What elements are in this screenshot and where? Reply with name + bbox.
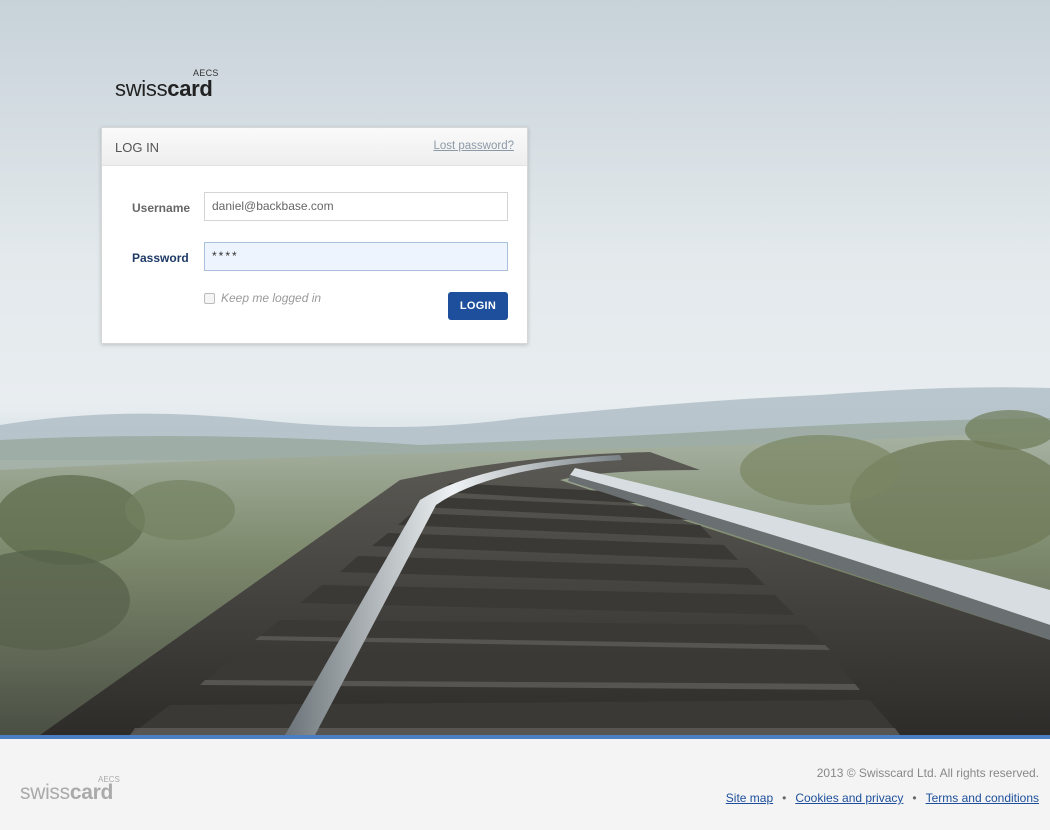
footer-brand-prefix: swiss — [20, 781, 70, 804]
login-panel-header: LOG IN Lost password? — [102, 128, 527, 166]
link-separator: • — [782, 791, 787, 805]
login-title: LOG IN — [115, 140, 160, 155]
footer: AECS swisscard 2013 © Swisscard Ltd. All… — [0, 735, 1050, 830]
hero-background — [0, 0, 1050, 735]
password-field[interactable]: **** — [204, 242, 508, 271]
checkbox-icon[interactable] — [204, 292, 215, 304]
railway-landscape-image — [0, 0, 1050, 735]
keep-logged-in-label[interactable]: Keep me logged in — [221, 291, 321, 305]
lost-password-link[interactable]: Lost password? — [433, 140, 514, 152]
footer-wordmark: swisscard — [20, 781, 113, 805]
link-separator: • — [912, 791, 917, 805]
brand-prefix: swiss — [115, 76, 168, 101]
username-field[interactable]: daniel@backbase.com — [204, 192, 508, 221]
footer-brand-suffix: card — [69, 781, 114, 804]
brand-suffix: card — [167, 76, 213, 101]
login-button[interactable]: LOGIN — [448, 292, 508, 320]
password-label: Password — [132, 251, 189, 265]
brand-wordmark: swisscard — [115, 76, 213, 102]
footer-links: Site map • Cookies and privacy • Terms a… — [726, 791, 1039, 805]
keep-logged-in-option[interactable]: Keep me logged in — [204, 291, 321, 305]
login-panel: LOG IN Lost password? Username daniel@ba… — [101, 127, 528, 344]
copyright-text: 2013 © Swisscard Ltd. All rights reserve… — [816, 766, 1039, 780]
cookies-privacy-link[interactable]: Cookies and privacy — [795, 791, 903, 805]
site-map-link[interactable]: Site map — [726, 791, 773, 805]
username-label: Username — [132, 201, 191, 215]
terms-conditions-link[interactable]: Terms and conditions — [926, 791, 1039, 805]
